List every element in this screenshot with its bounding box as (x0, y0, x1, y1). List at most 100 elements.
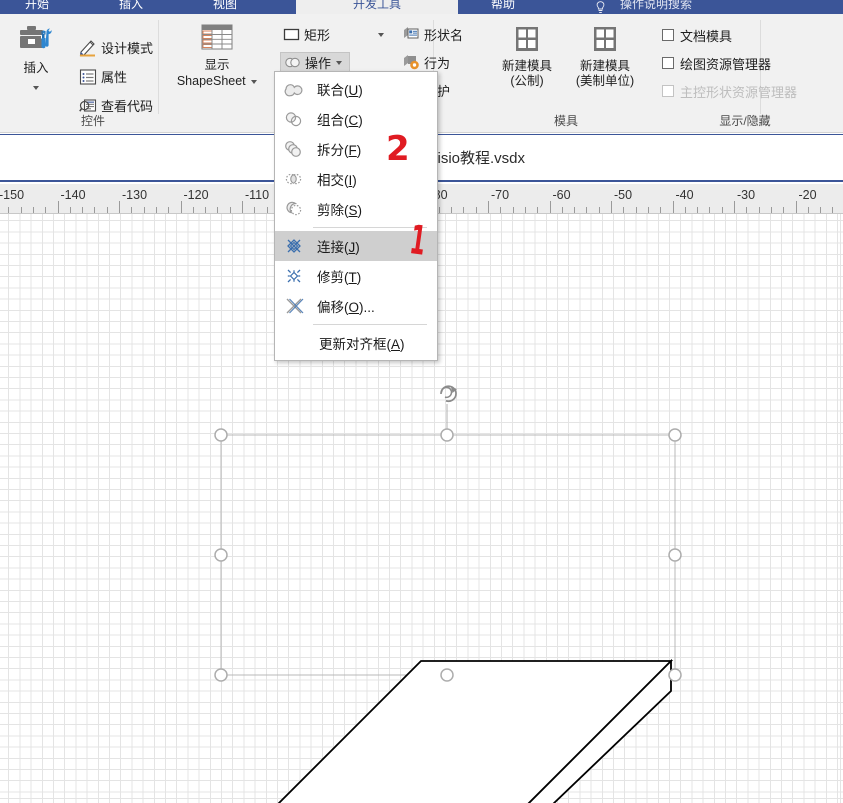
tab-start-label: 开始 (24, 0, 49, 11)
drawing-explorer-checkbox[interactable]: 绘图资源管理器 (662, 52, 771, 74)
ruler-tick-minor (82, 207, 84, 213)
behavior-icon (403, 54, 420, 71)
ribbon-group-show-hide-title: 显示/隐藏 (719, 114, 771, 128)
ruler-tick-minor (217, 207, 219, 213)
menu-item-join[interactable]: 连接(J) (275, 231, 437, 261)
ruler-tick-minor (574, 207, 576, 213)
ruler-tick-minor (770, 207, 772, 213)
ribbon-group-controls: 插入 设计模式 属性 查看代码 控件 (0, 14, 159, 133)
tab-developer-label: 开发工具 (352, 0, 401, 11)
tell-me-search[interactable]: 操作说明搜索 (620, 0, 692, 14)
design-mode-button[interactable]: 设计模式 (76, 37, 156, 58)
show-shapesheet-label-2: ShapeSheet (176, 74, 246, 88)
ruler-tick-minor (647, 207, 649, 213)
ruler-tick-minor (451, 207, 453, 213)
new-stencil-metric-button[interactable]: 新建模具 (公制) (488, 22, 566, 89)
operations-button[interactable]: 操作 (280, 52, 350, 73)
ruler-tick-minor (131, 207, 133, 213)
operations-label: 操作 (305, 56, 332, 71)
tab-insert[interactable]: 插入 (102, 0, 160, 14)
checkbox-box (662, 29, 674, 41)
ruler-tick-major (795, 201, 797, 213)
fragment-icon (281, 138, 307, 160)
ruler-tick-major (549, 201, 551, 213)
selection-handles (214, 428, 682, 682)
tab-help[interactable]: 帮助 (474, 0, 532, 14)
master-shape-explorer-label: 主控形状资源管理器 (680, 84, 798, 100)
ruler-label: -110 (245, 188, 270, 202)
ruler-tick-minor (500, 207, 502, 213)
chevron-down-icon (378, 33, 384, 37)
ruler-tick-minor (143, 207, 145, 213)
ruler-tick-minor (45, 207, 47, 213)
ruler-tick-minor (106, 207, 108, 213)
menu-item-trim[interactable]: 修剪(T) (275, 261, 437, 291)
trim-icon (281, 265, 307, 287)
menu-item-fragment[interactable]: 拆分(F) (275, 134, 437, 164)
ribbon-tab-strip: 开始 插入 视图 开发工具 帮助 操作说明搜索 (0, 0, 843, 14)
menu-item-offset[interactable]: 偏移(O)... (275, 291, 437, 321)
checkbox-box (662, 57, 674, 69)
stencil-icon (512, 24, 542, 54)
show-shapesheet-label-1: 显示 (204, 58, 230, 72)
insert-button[interactable]: 插入 (5, 20, 67, 97)
ruler-label: -70 (491, 188, 510, 202)
new-stencil-us-button[interactable]: 新建模具 (美制单位) (565, 22, 645, 89)
ruler-tick-major (672, 201, 674, 213)
toolbox-icon (16, 22, 56, 56)
chevron-down-icon (336, 60, 343, 65)
chevron-down-icon (33, 85, 39, 90)
menu-item-label: 拆分(F) (317, 143, 362, 158)
menu-separator (313, 324, 427, 325)
new-stencil-us-label-1: 新建模具 (579, 59, 630, 73)
menu-item-subtract[interactable]: 剪除(S) (275, 194, 437, 224)
rectangle-label: 矩形 (304, 28, 331, 43)
ruler-label: -40 (675, 188, 694, 202)
behavior-button[interactable]: 行为 (400, 52, 453, 73)
menu-item-combine[interactable]: 组合(C) (275, 104, 437, 134)
ruler-tick-major (57, 201, 59, 213)
rectangle-button[interactable]: 矩形 (280, 24, 388, 45)
ruler-tick-minor (832, 207, 834, 213)
new-stencil-metric-label-1: 新建模具 (501, 59, 552, 73)
master-shape-explorer-checkbox: 主控形状资源管理器 (662, 80, 797, 102)
ruler-label: -20 (798, 188, 817, 202)
operations-dropdown-menu[interactable]: 联合(U) 组合(C) 拆分(F) 相交(I) 剪除(S) 连接(J) 修剪(T) 偏移(O)… (274, 71, 438, 361)
shape-name-button[interactable]: 形状名 (400, 24, 466, 45)
ruler-tick-minor (783, 207, 785, 213)
menu-item-union[interactable]: 联合(U) (275, 74, 437, 104)
ruler-tick-minor (512, 207, 514, 213)
combine-icon (281, 108, 307, 130)
new-stencil-us-label-2: (美制单位) (575, 74, 635, 88)
lightbulb-icon (596, 1, 605, 14)
ruler-tick-major (242, 201, 243, 213)
document-stencil-checkbox[interactable]: 文档模具 (662, 24, 732, 46)
menu-item-label: 组合(C) (317, 113, 363, 128)
ruler-label: -150 (0, 188, 25, 202)
ruler-tick-minor (758, 207, 760, 213)
ruler-label: -120 (183, 188, 209, 202)
tab-start[interactable]: 开始 (8, 0, 66, 14)
ruler-tick-minor (807, 207, 809, 213)
properties-button[interactable]: 属性 (76, 66, 130, 87)
ruler-tick-minor (524, 207, 526, 213)
ruler-label: -130 (122, 188, 148, 202)
menu-separator (313, 227, 427, 228)
menu-item-label: 连接(J) (317, 240, 360, 255)
stencil-icon (590, 24, 620, 54)
menu-item-update-alignment-box[interactable]: 更新对齐框(A) (275, 328, 437, 358)
show-shapesheet-button[interactable]: 显示 ShapeSheet (165, 20, 269, 89)
ruler-tick-minor (463, 207, 465, 213)
operations-icon (284, 54, 301, 71)
menu-item-intersect[interactable]: 相交(I) (275, 164, 437, 194)
tell-me-label: 操作说明搜索 (620, 0, 693, 11)
menu-item-label: 更新对齐框(A) (319, 337, 405, 352)
ruler-tick-minor (254, 207, 256, 213)
ruler-tick-minor (586, 207, 588, 213)
rotation-handle (440, 385, 457, 435)
tab-developer[interactable]: 开发工具 (296, 0, 458, 14)
intersect-icon (281, 168, 307, 190)
ruler-tick-minor (94, 207, 96, 213)
tab-view[interactable]: 视图 (196, 0, 254, 14)
document-filename: visio教程.vsdx (430, 150, 526, 167)
